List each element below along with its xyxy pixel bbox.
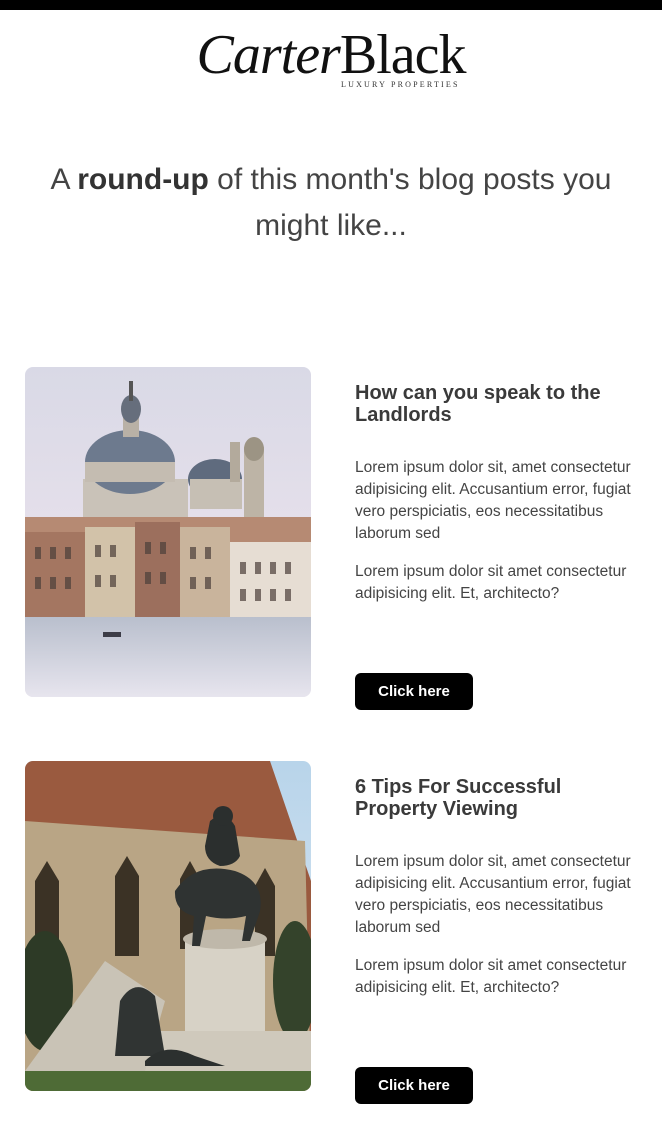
post-2-paragraph-1: Lorem ipsum dolor sit, amet consectetur … bbox=[355, 853, 631, 936]
intro-bold: round-up bbox=[77, 163, 209, 196]
post-1-click-here-button[interactable]: Click here bbox=[355, 673, 473, 710]
post-2-title: 6 Tips For Successful Property Viewing bbox=[355, 776, 562, 820]
carter-black-logo[interactable]: CarterBlack LUXURY PROPERTIES bbox=[0, 24, 662, 94]
post-2-text: 6 Tips For Successful Property Viewing L… bbox=[355, 776, 635, 999]
post-1-paragraph-2: Lorem ipsum dolor sit amet consectetur a… bbox=[355, 563, 627, 602]
logo-name-italic: Carter bbox=[196, 24, 341, 86]
logo-name-roman: Black bbox=[339, 24, 467, 86]
logo-tagline: LUXURY PROPERTIES bbox=[341, 80, 460, 89]
post-2-paragraph-2: Lorem ipsum dolor sit amet consectetur a… bbox=[355, 957, 627, 996]
top-border-bar bbox=[0, 0, 662, 10]
post-2-click-here-button[interactable]: Click here bbox=[355, 1067, 473, 1104]
post-1-title: How can you speak to the Landlords bbox=[355, 382, 601, 426]
post-1-paragraph-1: Lorem ipsum dolor sit, amet consectetur … bbox=[355, 459, 631, 542]
intro-heading: A round-up of this month's blog posts yo… bbox=[30, 157, 632, 249]
venice-photo[interactable] bbox=[25, 367, 311, 697]
post-1-text: How can you speak to the Landlords Lorem… bbox=[355, 382, 635, 605]
statue-photo[interactable] bbox=[25, 761, 311, 1091]
intro-suffix: of this month's blog posts you might lik… bbox=[208, 163, 612, 242]
intro-prefix: A bbox=[50, 163, 78, 196]
